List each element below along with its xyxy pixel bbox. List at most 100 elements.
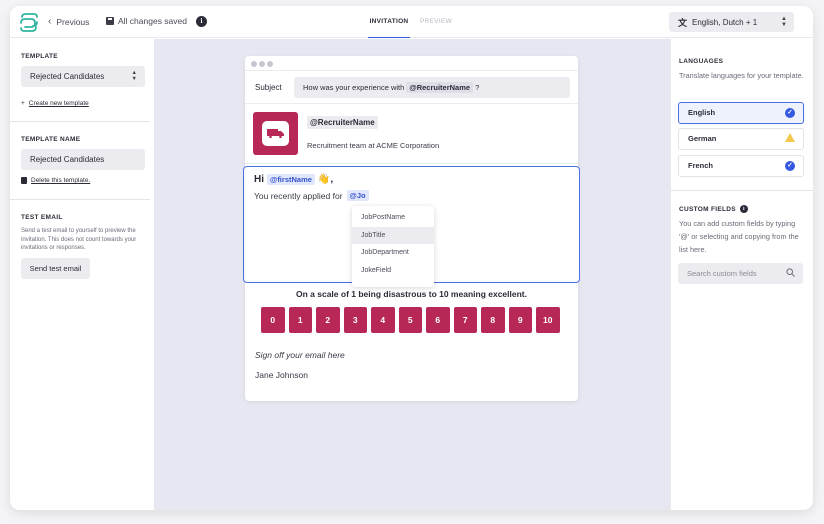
window-dot-icon xyxy=(267,61,273,67)
wave-emoji-icon: 👋 xyxy=(317,174,331,185)
language-name: English xyxy=(688,108,716,117)
tab-preview[interactable]: PREVIEW xyxy=(420,6,452,38)
greeting-suffix: , xyxy=(330,174,334,185)
subject-label: Subject xyxy=(255,83,282,92)
languages-title-label: LANGUAGES xyxy=(679,58,724,65)
rating-button[interactable]: 8 xyxy=(481,307,505,333)
search-icon xyxy=(786,268,795,277)
template-name-input[interactable]: Rejected Candidates xyxy=(21,149,145,170)
chevron-left-icon: ‹ xyxy=(48,16,52,27)
check-icon: ✓ xyxy=(785,108,795,118)
right-panel: LANGUAGES Translate languages for your t… xyxy=(670,39,813,510)
divider xyxy=(10,199,150,200)
view-tabs: INVITATION PREVIEW xyxy=(368,6,452,38)
email-body-editor[interactable]: Hi @firstName 👋, You recently applied fo… xyxy=(243,166,580,287)
template-title: TEMPLATE xyxy=(21,53,58,60)
previous-button[interactable]: ‹ Previous xyxy=(48,16,89,27)
suggestion-item[interactable]: JokeField xyxy=(352,262,434,280)
template-select[interactable]: Rejected Candidates ▲ ▼ xyxy=(21,66,145,87)
rating-button[interactable]: 6 xyxy=(426,307,450,333)
template-select-value: Rejected Candidates xyxy=(30,72,105,81)
create-template-link[interactable]: + Create new template xyxy=(21,100,89,107)
search-placeholder: Search custom fields xyxy=(687,269,757,278)
rating-scale: 0 1 2 3 4 5 6 7 8 9 10 xyxy=(261,307,560,333)
send-test-email-button[interactable]: Send test email xyxy=(21,258,90,279)
test-email-title: TEST EMAIL xyxy=(21,214,63,221)
greeting-line: Hi @firstName 👋, xyxy=(254,174,333,185)
divider xyxy=(10,121,150,122)
rating-button[interactable]: 3 xyxy=(343,307,367,333)
rating-button[interactable]: 5 xyxy=(398,307,422,333)
email-card: Subject How was your experience with @Re… xyxy=(243,56,580,401)
warning-icon xyxy=(785,133,795,142)
top-bar: ‹ Previous All changes saved i INVITATIO… xyxy=(10,6,813,38)
create-template-label: Create new template xyxy=(28,100,89,107)
delete-template-label: Delete this template. xyxy=(31,177,91,184)
app-window: ‹ Previous All changes saved i INVITATIO… xyxy=(10,6,813,510)
custom-fields-description: You can add custom fields by typing '@' … xyxy=(679,219,799,254)
previous-label: Previous xyxy=(56,16,90,27)
sender-recruiter-tag: @RecruiterName xyxy=(307,116,378,129)
languages-title: LANGUAGES xyxy=(679,58,723,65)
custom-fields-title: CUSTOM FIELDS i xyxy=(679,205,748,213)
app-logo-icon xyxy=(20,13,38,32)
save-status-label: All changes saved xyxy=(118,16,187,26)
rating-button[interactable]: 7 xyxy=(453,307,477,333)
language-name: German xyxy=(688,134,717,143)
info-icon[interactable]: i xyxy=(196,16,207,27)
applied-text: You recently applied for xyxy=(254,190,343,201)
greeting-text: Hi xyxy=(254,174,264,185)
check-icon: ✓ xyxy=(785,161,795,171)
language-name: French xyxy=(688,161,714,170)
select-arrows-icon: ▲ ▼ xyxy=(781,16,787,28)
template-name-title: TEMPLATE NAME xyxy=(21,136,81,143)
signoff-text[interactable]: Sign off your email here xyxy=(255,350,345,360)
company-logo xyxy=(253,112,298,155)
plus-icon: + xyxy=(21,100,25,107)
mention-suggestions: JobPostName JobTitle JobDepartment JokeF… xyxy=(352,206,434,287)
card-header xyxy=(245,56,578,71)
select-arrows-icon: ▲ ▼ xyxy=(131,70,137,82)
subject-row: Subject How was your experience with @Re… xyxy=(245,71,578,104)
language-item-german[interactable]: German xyxy=(678,128,804,150)
sender-block: @RecruiterName Recruitment team at ACME … xyxy=(245,104,578,164)
suggestion-item[interactable]: JobTitle xyxy=(352,226,434,244)
test-email-description: Send a test email to yourself to preview… xyxy=(21,228,137,251)
editor-canvas: Subject How was your experience with @Re… xyxy=(154,39,670,510)
suggestion-item[interactable]: JobDepartment xyxy=(352,244,434,262)
rating-button[interactable]: 0 xyxy=(261,307,285,333)
rating-button[interactable]: 10 xyxy=(536,307,560,333)
info-icon[interactable]: i xyxy=(739,205,748,213)
subject-text: How was your experience with xyxy=(303,83,405,92)
subject-input[interactable]: How was your experience with @RecruiterN… xyxy=(294,77,570,98)
applied-line: You recently applied for @Jo xyxy=(254,190,369,201)
suggestion-item[interactable]: JobPostName xyxy=(352,209,434,227)
job-mention: @Jo xyxy=(346,190,369,201)
rating-button[interactable]: 2 xyxy=(316,307,340,333)
custom-fields-title-label: CUSTOM FIELDS xyxy=(679,205,736,213)
signer-name[interactable]: Jane Johnson xyxy=(255,370,308,380)
rating-button[interactable]: 1 xyxy=(288,307,312,333)
rating-button[interactable]: 4 xyxy=(371,307,395,333)
tab-invitation[interactable]: INVITATION xyxy=(368,6,410,38)
window-dot-icon xyxy=(259,61,265,67)
delete-template-link[interactable]: Delete this template. xyxy=(21,177,90,184)
languages-description: Translate languages for your template. xyxy=(679,71,804,80)
translate-icon: 文 xyxy=(678,17,688,28)
sender-role: Recruitment team at ACME Corporation xyxy=(307,141,440,150)
subject-recruiter-tag: @RecruiterName xyxy=(406,82,474,93)
language-item-english[interactable]: English ✓ xyxy=(678,102,804,124)
language-select-value: English, Dutch + 1 xyxy=(692,17,758,27)
rating-button[interactable]: 9 xyxy=(508,307,532,333)
custom-fields-search[interactable]: Search custom fields xyxy=(678,263,803,284)
language-select[interactable]: 文 English, Dutch + 1 ▲ ▼ xyxy=(669,12,794,32)
truck-icon xyxy=(267,129,284,138)
scale-question: On a scale of 1 being disastrous to 10 m… xyxy=(296,289,527,299)
save-status: All changes saved xyxy=(106,16,187,26)
window-dot-icon xyxy=(251,61,257,67)
divider xyxy=(671,190,813,191)
firstname-mention: @firstName xyxy=(267,174,315,185)
save-icon xyxy=(106,17,114,25)
language-item-french[interactable]: French ✓ xyxy=(678,155,804,177)
trash-icon xyxy=(21,177,27,184)
